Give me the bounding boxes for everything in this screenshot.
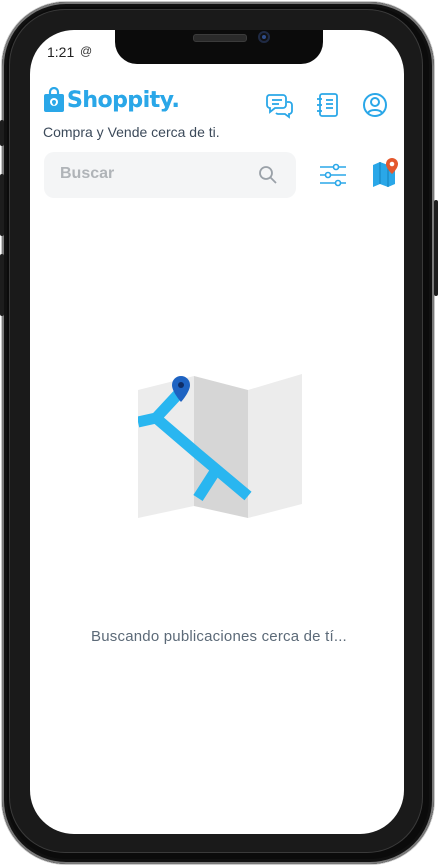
brand-name: Shoppity. [67,87,180,113]
chat-icon[interactable] [265,90,295,120]
search-input[interactable] [58,164,252,184]
volume-up-button [0,174,4,236]
loading-message: Buscando publicaciones cerca de tí... [91,628,347,645]
status-time: 1:21 [47,44,75,60]
map-illustration [136,372,304,522]
map-pin-icon[interactable] [370,157,400,191]
front-camera [258,31,270,43]
search-icon[interactable] [258,165,278,185]
user-profile-icon[interactable] [360,90,390,120]
notebook-icon[interactable] [313,90,343,120]
shopping-bag-icon [43,86,65,113]
filter-sliders-icon[interactable] [318,160,348,190]
brand-logo[interactable]: Shoppity. [43,86,180,113]
speaker [193,34,247,42]
search-bar[interactable] [44,152,296,198]
volume-down-button [0,254,4,316]
power-button [434,200,438,296]
mute-switch [0,120,4,146]
at-sign-icon: @ [80,44,93,58]
tagline: Compra y Vende cerca de ti. [43,124,220,140]
